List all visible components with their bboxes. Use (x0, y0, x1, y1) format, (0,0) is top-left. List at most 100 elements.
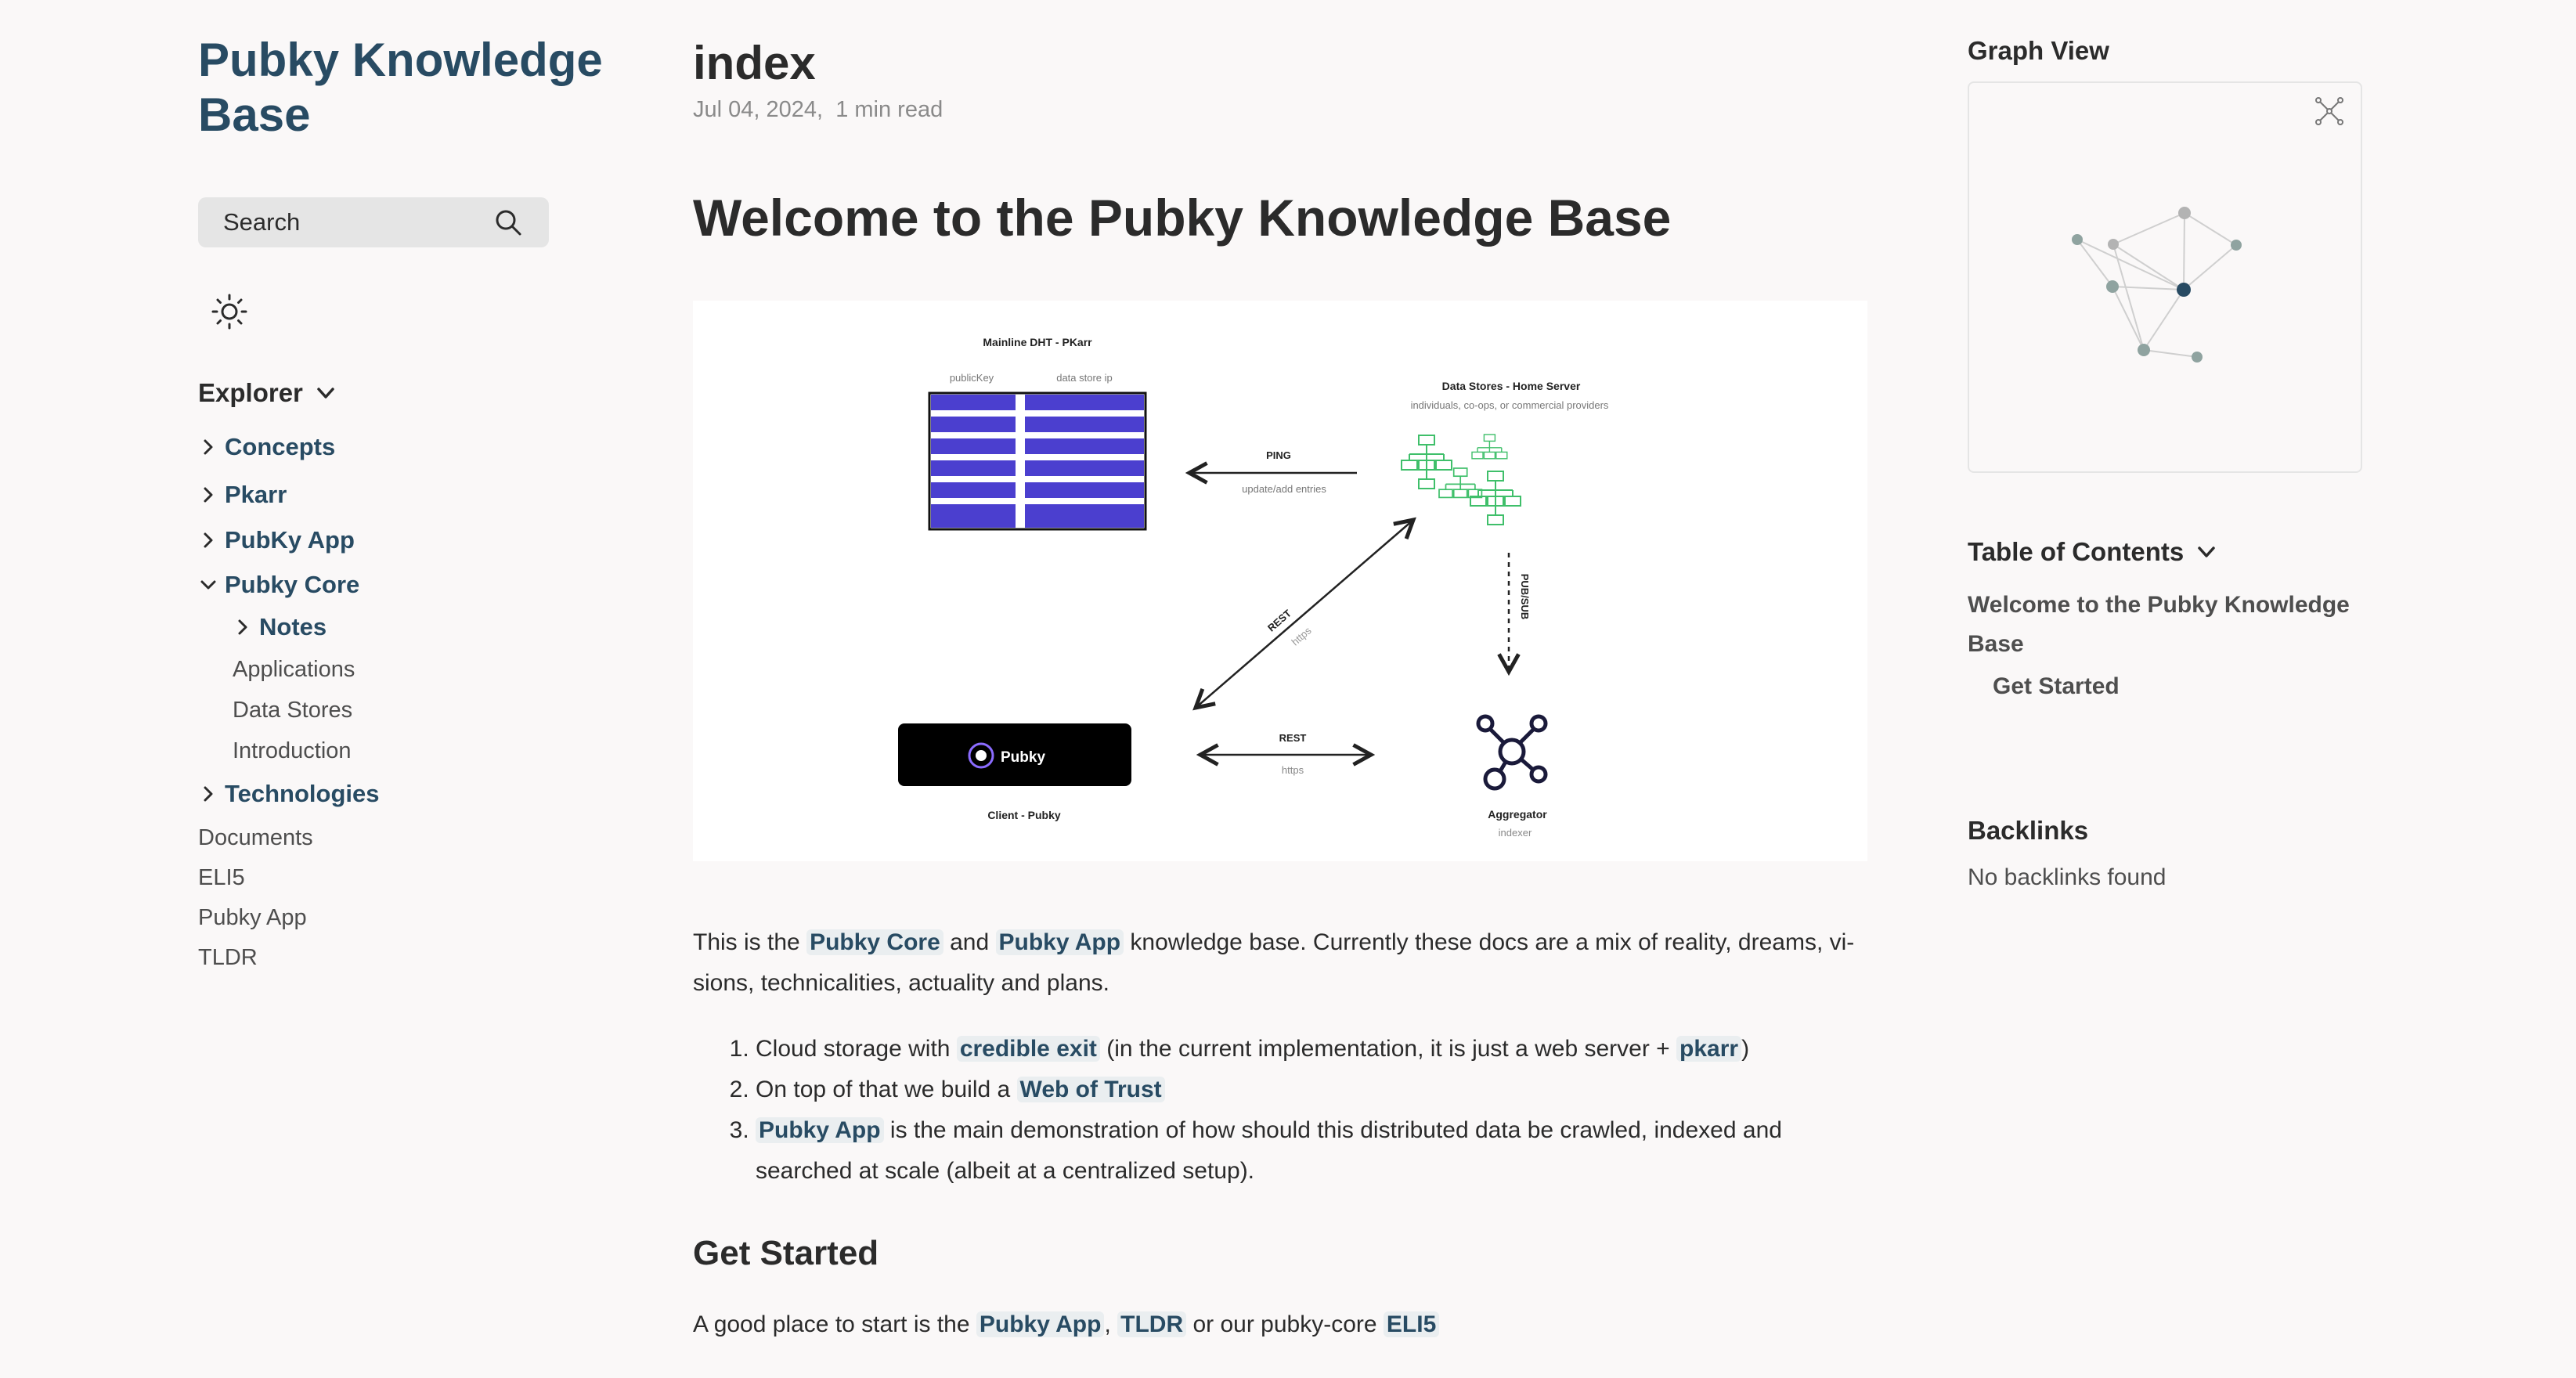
list-text: (in the current implementation, it is ju… (1099, 1036, 1677, 1062)
link-web-of-trust[interactable]: Web of Trust (1016, 1077, 1165, 1102)
explorer-folder-notes[interactable]: Notes (233, 613, 327, 641)
explorer-file-documents[interactable]: Documents (198, 825, 313, 851)
list-text: is the main demonstration of how should … (756, 1117, 1782, 1184)
aggregator-sublabel: indexer (1499, 827, 1532, 839)
get-started-text: A good place to start is the (693, 1311, 976, 1337)
explorer-folder-label: Technologies (225, 780, 380, 807)
link-tldr[interactable]: TLDR (1117, 1311, 1187, 1337)
link-pubky-app[interactable]: Pubky App (995, 929, 1124, 955)
explorer-toggle[interactable]: Explorer (198, 378, 337, 408)
sun-icon[interactable] (211, 293, 248, 330)
explorer-file-tldr[interactable]: TLDR (198, 945, 258, 971)
toc-item-welcome[interactable]: Welcome to the Pubky Knowledge Base (1968, 586, 2375, 664)
chevron-down-icon (317, 388, 334, 399)
explorer-folder-label: Pubky Core (225, 571, 360, 598)
toc-title: Table of Contents (1968, 537, 2185, 566)
explorer-folder-pkarr[interactable]: Pkarr (198, 481, 287, 509)
chevron-right-icon (204, 487, 213, 503)
intro-text: This is the (693, 929, 807, 955)
chevron-right-icon (238, 619, 247, 635)
ping-sublabel: update/add entries (1242, 483, 1326, 495)
feature-list: Cloud storage with credible exit (in the… (756, 1029, 1852, 1192)
explorer-folder-pubky-core[interactable]: Pubky Core (198, 571, 359, 599)
article-meta: Jul 04, 2024, 1 min read (693, 97, 943, 123)
toc-item-get-started[interactable]: Get Started (1993, 667, 2120, 706)
explorer-folder-label: Notes (259, 613, 327, 640)
dht-table (928, 391, 1147, 531)
link-pkarr[interactable]: pkarr (1676, 1036, 1742, 1062)
rest-horizontal-label: REST (1279, 732, 1307, 744)
graph-edges (2076, 212, 2237, 358)
section-heading-get-started: Get Started (693, 1234, 879, 1272)
stores-subtitle: individuals, co-ops, or commercial provi… (1411, 399, 1609, 411)
explorer-file-applications[interactable]: Applications (233, 657, 355, 683)
read-time: 1 min read (835, 97, 943, 122)
explorer-folder-label: Pkarr (225, 481, 287, 508)
chevron-down-icon (200, 580, 216, 590)
search-bar[interactable]: Search (198, 197, 549, 247)
list-text: Cloud storage with (756, 1036, 957, 1062)
backlinks-title: Backlinks (1968, 816, 2089, 845)
link-eli5[interactable]: ELI5 (1383, 1311, 1440, 1337)
explorer-title: Explorer (198, 378, 303, 407)
chevron-right-icon (204, 439, 213, 455)
https-diagonal-label: https (1289, 624, 1313, 648)
chevron-right-icon (204, 786, 213, 802)
home-server-icons (1401, 434, 1521, 525)
dht-col-ip: data store ip (1056, 372, 1113, 384)
rest-diagonal-arrow (1196, 520, 1413, 708)
graph-view-title: Graph View (1968, 36, 2109, 65)
get-started-text: or our pubky-core (1186, 1311, 1384, 1337)
graph-canvas[interactable] (1969, 83, 2361, 471)
backlinks-empty-message: No backlinks found (1968, 864, 2167, 890)
explorer-folder-technologies[interactable]: Technologies (198, 780, 380, 808)
architecture-diagram: Mainline DHT - PKarr publicKey data stor… (693, 301, 1867, 861)
explorer-file-eli5[interactable]: ELI5 (198, 865, 245, 891)
fullscreen-icon[interactable] (2315, 97, 2343, 125)
list-item: On top of that we build a Web of Trust (756, 1070, 1852, 1110)
get-started-text: , (1104, 1311, 1118, 1337)
explorer-folder-label: Concepts (225, 433, 336, 460)
intro-text: and (943, 929, 996, 955)
link-credible-exit[interactable]: credible exit (956, 1036, 1100, 1062)
https-horizontal-label: https (1282, 764, 1304, 776)
toc-toggle[interactable]: Table of Contents (1968, 537, 2218, 567)
article-heading: Welcome to the Pubky Knowledge Base (693, 189, 1672, 247)
meta-separator: , (817, 97, 836, 122)
list-text: On top of that we build a (756, 1077, 1017, 1102)
chevron-right-icon (204, 532, 213, 548)
site-title[interactable]: Pubky Knowledge Base (198, 33, 621, 142)
explorer-file-data-stores[interactable]: Data Stores (233, 698, 352, 723)
chevron-down-icon (2198, 547, 2215, 557)
page-title: index (693, 37, 816, 89)
list-item: Pubky App is the main demonstration of h… (756, 1110, 1852, 1192)
search-icon (496, 210, 521, 236)
dht-col-publickey: publicKey (950, 372, 994, 384)
list-item: Cloud storage with credible exit (in the… (756, 1029, 1852, 1070)
graph-nodes (2072, 207, 2242, 363)
aggregator-label: Aggregator (1488, 808, 1547, 821)
link-pubky-app[interactable]: Pubky App (756, 1117, 884, 1143)
client-button-label: Pubky (1001, 749, 1045, 766)
link-pubky-app[interactable]: Pubky App (976, 1311, 1105, 1337)
ping-label: PING (1266, 449, 1291, 461)
get-started-paragraph: A good place to start is the Pubky App, … (693, 1304, 1867, 1345)
intro-paragraph: This is the Pubky Core and Pubky App kno… (693, 922, 1867, 1004)
aggregator-icon (1476, 714, 1548, 791)
rest-diagonal-label: REST (1265, 608, 1293, 634)
explorer-folder-concepts[interactable]: Concepts (198, 433, 335, 461)
article-date: Jul 04, 2024 (693, 97, 817, 122)
link-pubky-core[interactable]: Pubky Core (806, 929, 943, 955)
page: Pubky Knowledge Base Search Explorer Con… (0, 0, 2576, 1378)
search-label: Search (223, 208, 301, 236)
list-text: ) (1741, 1036, 1750, 1062)
graph-view[interactable] (1968, 81, 2362, 473)
stores-title: Data Stores - Home Server (1442, 380, 1581, 392)
explorer-folder-label: PubKy App (225, 526, 355, 554)
dht-title: Mainline DHT - PKarr (983, 336, 1092, 348)
explorer-folder-pubky-app[interactable]: PubKy App (198, 526, 355, 554)
explorer-file-pubky-app[interactable]: Pubky App (198, 905, 307, 931)
client-label: Client - Pubky (987, 809, 1061, 821)
pubsub-label: PUB/SUB (1519, 574, 1531, 620)
explorer-file-introduction[interactable]: Introduction (233, 738, 352, 764)
